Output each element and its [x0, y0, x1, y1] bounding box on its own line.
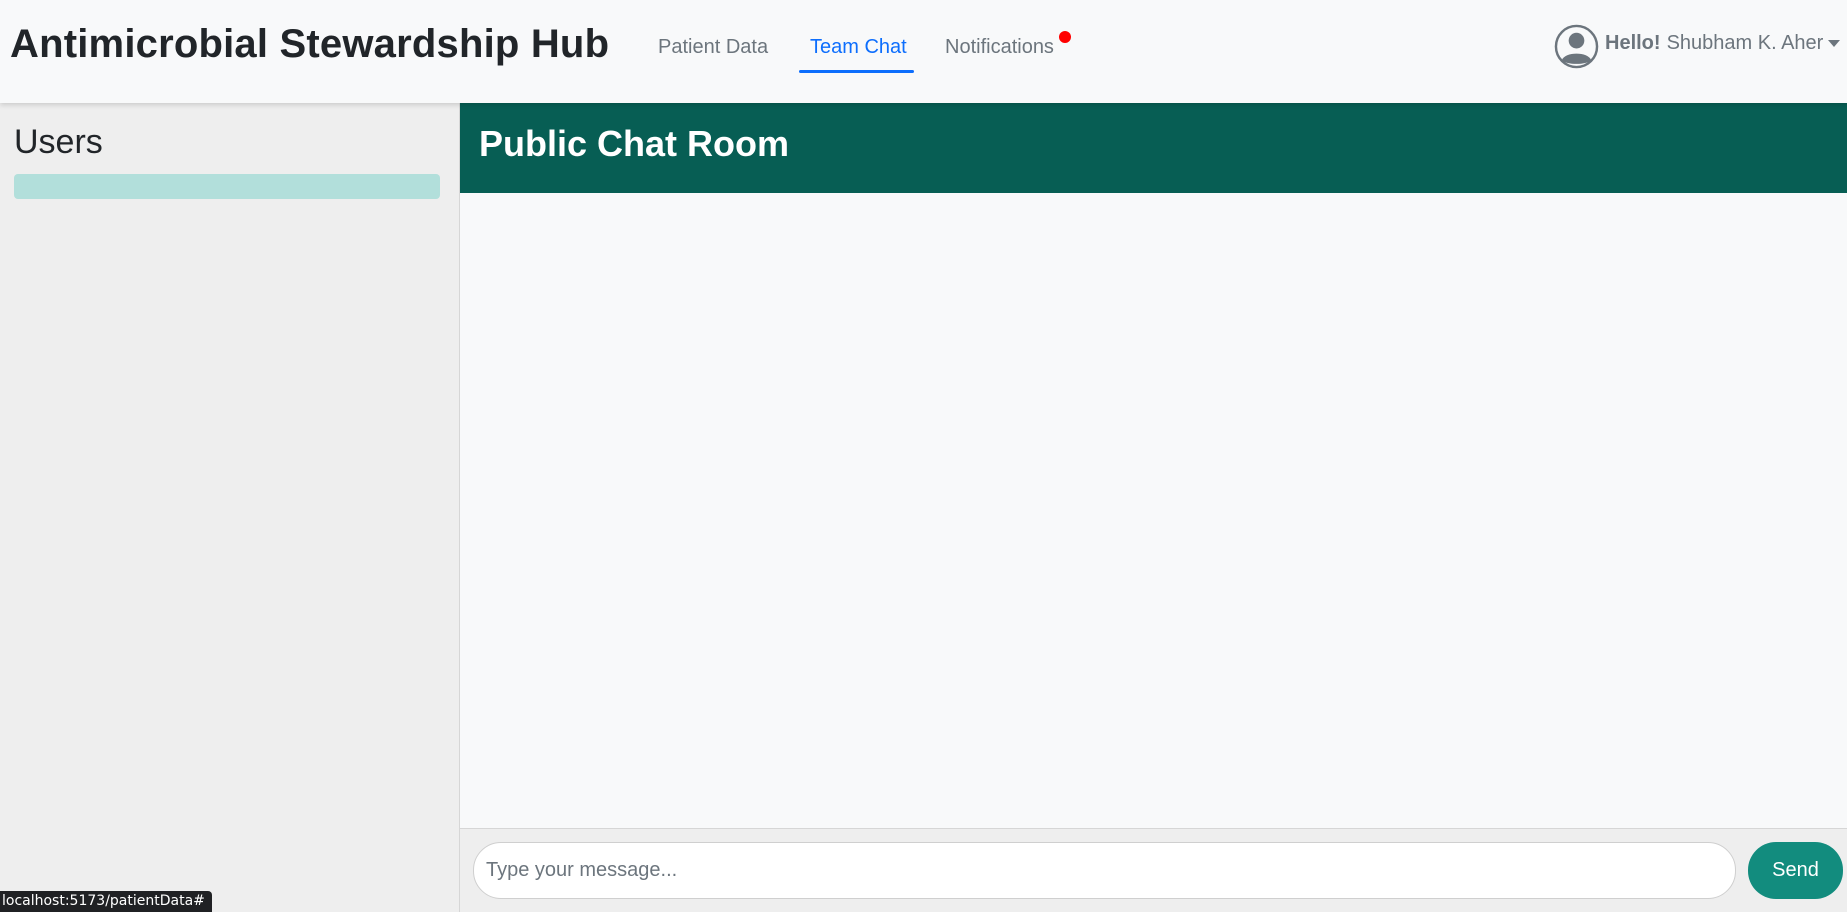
caret-down-icon [1828, 39, 1841, 47]
nav-team-chat[interactable]: Team Chat [810, 36, 907, 59]
status-bar-url: localhost:5173/patientData# [0, 891, 212, 912]
send-button[interactable]: Send [1748, 842, 1843, 899]
sidebar-title: Users [14, 123, 103, 161]
chat-input-bar: Send [460, 828, 1847, 912]
user-list-item[interactable] [14, 174, 440, 199]
user-greeting: Hello! [1605, 31, 1661, 54]
user-circle-icon [1554, 24, 1599, 68]
app-brand[interactable]: Antimicrobial Stewardship Hub [10, 22, 609, 67]
user-menu-toggle[interactable]: Hello! Shubham K. Aher [1554, 23, 1841, 69]
chat-messages-area[interactable] [460, 193, 1847, 828]
nav-notifications[interactable]: Notifications [945, 36, 1054, 59]
users-sidebar: Users [0, 103, 460, 912]
notification-unread-dot [1059, 31, 1071, 43]
chat-header: Public Chat Room [460, 103, 1847, 193]
nav-patient-data[interactable]: Patient Data [658, 36, 768, 59]
top-navbar: Antimicrobial Stewardship Hub Patient Da… [0, 0, 1847, 103]
user-name: Shubham K. Aher [1666, 31, 1824, 54]
message-input[interactable] [473, 842, 1736, 899]
chat-room-title: Public Chat Room [479, 123, 790, 164]
active-tab-indicator [799, 70, 914, 73]
